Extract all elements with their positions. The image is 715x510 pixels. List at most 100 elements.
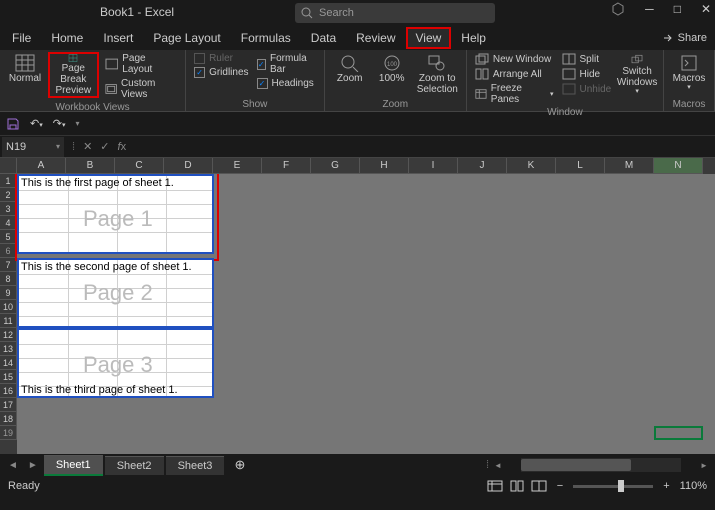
row-header[interactable]: 8 (0, 272, 17, 286)
undo-button[interactable]: ↶▾ (30, 117, 43, 130)
hscroll-left[interactable]: ◄ (491, 461, 505, 470)
row-header[interactable]: 15 (0, 370, 17, 384)
switch-windows-button[interactable]: Switch Windows▾ (617, 52, 657, 98)
row-header[interactable]: 13 (0, 342, 17, 356)
row-header[interactable]: 7 (0, 258, 17, 272)
arrange-all-button[interactable]: Arrange All (473, 67, 556, 81)
zoom-to-selection-button[interactable]: Zoom to Selection (415, 52, 460, 98)
name-box[interactable]: N19 ▾ (2, 137, 64, 157)
row-header[interactable]: 11 (0, 314, 17, 328)
minimize-button[interactable]: ─ (645, 2, 654, 16)
col-header[interactable]: J (458, 158, 507, 174)
page-layout-button[interactable]: Page Layout (103, 52, 179, 76)
freeze-panes-icon (475, 88, 487, 100)
row-header[interactable]: 3 (0, 202, 17, 216)
share-button[interactable]: Share (662, 32, 707, 44)
col-header[interactable]: K (507, 158, 556, 174)
col-header[interactable]: D (164, 158, 213, 174)
zoom-in-button[interactable]: + (663, 480, 669, 492)
page-layout-statusbar-button[interactable] (509, 480, 525, 492)
page-break-preview-button[interactable]: Page Break Preview (48, 52, 99, 98)
save-icon[interactable] (6, 117, 20, 131)
row-header[interactable]: 9 (0, 286, 17, 300)
search-box[interactable]: Search (295, 3, 495, 23)
col-header[interactable]: M (605, 158, 654, 174)
zoom-out-button[interactable]: − (557, 480, 563, 492)
page-3-block: Page 3 This is the third page of sheet 1… (17, 328, 214, 398)
new-sheet-button[interactable]: ⊕ (226, 457, 253, 473)
zoom-100-button[interactable]: 100 100% (373, 52, 411, 98)
namebox-dropdown-icon[interactable]: ▾ (56, 142, 60, 151)
new-window-button[interactable]: New Window (473, 52, 556, 66)
formula-bar-checkbox[interactable]: ✓Formula Bar (255, 52, 318, 76)
row-header[interactable]: 16 (0, 384, 17, 398)
tab-help[interactable]: Help (451, 27, 496, 49)
col-header[interactable]: H (360, 158, 409, 174)
col-header[interactable]: C (115, 158, 164, 174)
split-button[interactable]: Split (560, 52, 614, 66)
tab-page-layout[interactable]: Page Layout (143, 27, 230, 49)
macros-button[interactable]: Macros▾ (670, 52, 708, 98)
row-header[interactable]: 1 (0, 174, 17, 188)
row-header[interactable]: 12 (0, 328, 17, 342)
tab-data[interactable]: Data (301, 27, 346, 49)
row-header[interactable]: 4 (0, 216, 17, 230)
tab-review[interactable]: Review (346, 27, 405, 49)
zoom-slider[interactable] (573, 485, 653, 488)
row-header[interactable]: 14 (0, 356, 17, 370)
sheet-tab-2[interactable]: Sheet2 (105, 456, 164, 475)
select-all-corner[interactable] (0, 158, 17, 174)
hide-button[interactable]: Hide (560, 67, 614, 81)
qat-customize[interactable]: ▾ (75, 119, 79, 128)
tab-home[interactable]: Home (41, 27, 93, 49)
cancel-formula-button[interactable]: ✕ (83, 140, 92, 153)
tab-formulas[interactable]: Formulas (231, 27, 301, 49)
normal-view-statusbar-button[interactable] (487, 480, 503, 492)
custom-views-button[interactable]: Custom Views (103, 77, 179, 101)
row-header[interactable]: 17 (0, 398, 17, 412)
normal-view-icon (15, 54, 35, 72)
col-header[interactable]: E (213, 158, 262, 174)
hscroll-thumb[interactable] (521, 459, 631, 471)
hscroll-track[interactable] (521, 458, 681, 472)
col-header[interactable]: A (17, 158, 66, 174)
row-header[interactable]: 19 (0, 426, 17, 440)
normal-view-button[interactable]: Normal (6, 52, 44, 98)
tab-file[interactable]: File (2, 27, 41, 49)
tab-view[interactable]: View (406, 27, 452, 49)
zoom-button[interactable]: Zoom (331, 52, 369, 98)
col-header[interactable]: N (654, 158, 703, 174)
page-break-statusbar-button[interactable] (531, 480, 547, 492)
row-header[interactable]: 10 (0, 300, 17, 314)
hscroll-right[interactable]: ► (697, 461, 711, 470)
redo-button[interactable]: ↷▾ (53, 117, 66, 130)
row-header[interactable]: 5 (0, 230, 17, 244)
freeze-panes-button[interactable]: Freeze Panes▾ (473, 82, 556, 106)
row-header[interactable]: 6 (0, 244, 17, 258)
app-icon (611, 2, 625, 16)
row-header[interactable]: 18 (0, 412, 17, 426)
tab-insert[interactable]: Insert (93, 27, 143, 49)
col-header[interactable]: F (262, 158, 311, 174)
ribbon-group-workbook-views: Normal Page Break Preview Page Layout Cu… (0, 50, 186, 111)
zoom-percentage[interactable]: 110% (680, 480, 707, 492)
col-header[interactable]: G (311, 158, 360, 174)
sheet-nav-next[interactable]: ► (24, 460, 42, 471)
headings-checkbox[interactable]: ✓Headings (255, 77, 318, 90)
sheet-nav-prev[interactable]: ◄ (4, 460, 22, 471)
close-button[interactable]: ✕ (701, 2, 711, 16)
maximize-button[interactable]: □ (674, 2, 681, 16)
col-header[interactable]: B (66, 158, 115, 174)
zoom-slider-thumb[interactable] (618, 480, 624, 492)
cells-area[interactable]: This is the first page of sheet 1. Page … (17, 174, 715, 454)
fx-button[interactable]: fx (118, 141, 127, 153)
gridlines-checkbox[interactable]: ✓Gridlines (192, 66, 250, 79)
col-header[interactable]: I (409, 158, 458, 174)
sheet-tab-3[interactable]: Sheet3 (166, 456, 225, 475)
row-header[interactable]: 2 (0, 188, 17, 202)
row-headers: 1 2 3 4 5 6 7 8 9 10 11 12 13 14 15 16 1… (0, 174, 17, 454)
enter-formula-button[interactable]: ✓ (100, 140, 109, 153)
sheet-tab-1[interactable]: Sheet1 (44, 455, 103, 476)
group-label-macros: Macros (670, 98, 708, 111)
col-header[interactable]: L (556, 158, 605, 174)
